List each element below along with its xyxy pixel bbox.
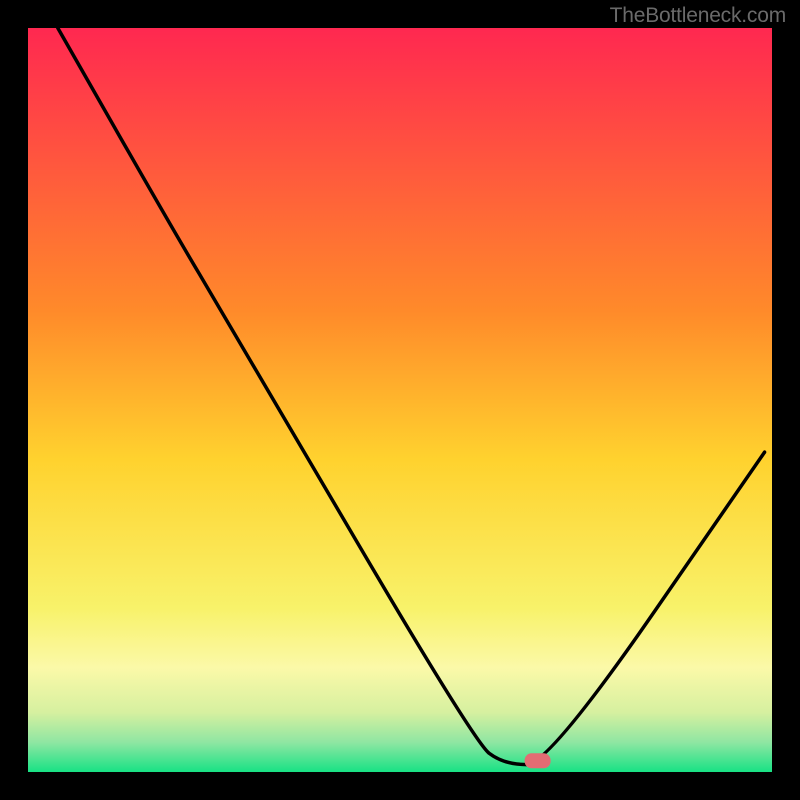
- watermark-label: TheBottleneck.com: [610, 4, 786, 28]
- chart-wrapper: TheBottleneck.com: [0, 0, 800, 800]
- optimum-marker: [28, 28, 772, 772]
- plot-frame: [28, 28, 772, 772]
